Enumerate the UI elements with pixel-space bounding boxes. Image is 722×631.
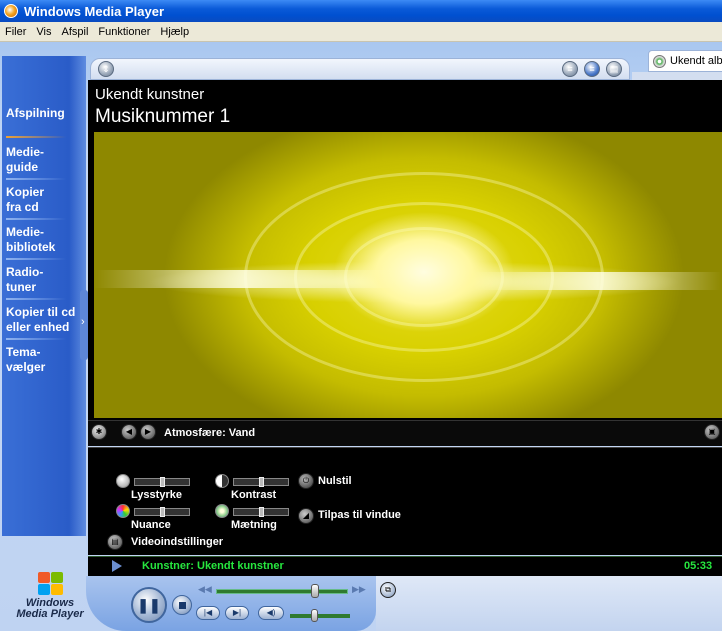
- elapsed-time: 05:33: [684, 560, 713, 572]
- contrast-label: Kontrast: [231, 489, 277, 501]
- track-title: Musiknummer 1: [95, 106, 231, 127]
- reset-icon[interactable]: ⏻: [298, 473, 314, 489]
- playlist-toggle-icon[interactable]: ▤: [606, 61, 622, 77]
- taskbar-item-temavaelger[interactable]: Tema- vælger: [6, 345, 80, 375]
- taskbar-item-medieguide[interactable]: Medie- guide: [6, 145, 80, 175]
- visualization-name: Atmosfære: Vand: [164, 427, 256, 439]
- select-visualization-icon[interactable]: ✱: [91, 424, 107, 440]
- taskbar-separator: [6, 136, 66, 138]
- next-button[interactable]: ▶|: [225, 606, 249, 620]
- taskbar-separator: [6, 258, 66, 260]
- taskbar-collapse-handle[interactable]: [80, 290, 88, 360]
- stop-button[interactable]: [172, 595, 192, 615]
- next-visualization-icon[interactable]: ▶: [140, 424, 156, 440]
- menu-bar: Filer Vis Afspil Funktioner Hjælp: [0, 22, 722, 42]
- media-player-icon: [4, 4, 18, 18]
- taskbar-separator: [6, 338, 66, 340]
- taskbar-separator: [6, 218, 66, 220]
- hide-menu-bar-button[interactable]: ⇕: [98, 61, 114, 77]
- taskbar-item-kopier-fra-cd[interactable]: Kopier fra cd: [6, 185, 80, 215]
- menu-filer[interactable]: Filer: [0, 26, 31, 38]
- pause-button[interactable]: ❚❚: [131, 587, 167, 623]
- taskbar-item-label: Medie-: [6, 225, 45, 239]
- status-play-icon: [112, 560, 122, 572]
- bottom-chrome-right: [376, 576, 722, 631]
- artist-name: Ukendt kunstner: [95, 86, 205, 103]
- reset-button[interactable]: Nulstil: [318, 475, 352, 487]
- cd-icon: [653, 54, 666, 68]
- hue-icon: [116, 504, 130, 518]
- taskbar-item-mediebibliotek[interactable]: Medie- bibliotek: [6, 225, 80, 255]
- taskbar-item-label: Kopier til cd: [6, 305, 76, 319]
- full-screen-icon[interactable]: ▣: [704, 424, 720, 440]
- taskbar-item-label: vælger: [6, 360, 46, 374]
- windows-media-player-logo: Windows Media Player: [14, 572, 84, 628]
- brightness-icon: [116, 474, 130, 488]
- taskbar-item-label: fra cd: [6, 200, 39, 214]
- visualization-display[interactable]: [94, 132, 722, 418]
- playlist-album-tab[interactable]: Ukendt alb: [648, 50, 722, 72]
- video-settings-icon[interactable]: ▤: [107, 534, 123, 550]
- taskbar-separator: [6, 178, 66, 180]
- fast-forward-icon[interactable]: ▶▶: [352, 584, 366, 595]
- window-title: Windows Media Player: [24, 3, 165, 19]
- transport-chrome: [86, 576, 376, 631]
- top-chrome-strip: [90, 58, 630, 80]
- hue-label: Nuance: [131, 519, 171, 531]
- volume-slider[interactable]: [290, 614, 350, 618]
- taskbar-item-label: Kopier: [6, 185, 45, 199]
- taskbar-item-label: Tema-: [6, 345, 41, 359]
- taskbar-item-radiotuner[interactable]: Radio- tuner: [6, 265, 80, 295]
- mute-button[interactable]: ◀): [258, 606, 284, 620]
- taskbar-item-label: Afspilning: [6, 106, 65, 120]
- status-text: Kunstner: Ukendt kunstner: [142, 560, 284, 572]
- hue-slider[interactable]: [134, 507, 190, 517]
- taskbar-item-afspilning[interactable]: Afspilning: [6, 106, 80, 121]
- taskbar-item-label: tuner: [6, 280, 36, 294]
- taskbar-item-label: Medie-: [6, 145, 45, 159]
- taskbar-item-kopier-til-cd[interactable]: Kopier til cd eller enhed: [6, 305, 80, 335]
- brightness-label: Lysstyrke: [131, 489, 182, 501]
- previous-visualization-icon[interactable]: ◀: [121, 424, 137, 440]
- taskbar-separator: [6, 298, 66, 300]
- rewind-icon[interactable]: ◀◀: [198, 584, 212, 595]
- saturation-slider[interactable]: [233, 507, 289, 517]
- previous-button[interactable]: |◀: [196, 606, 220, 620]
- brightness-slider[interactable]: [134, 477, 190, 487]
- logo-line-2: Media Player: [16, 608, 84, 620]
- taskbar-item-label: Radio-: [6, 265, 44, 279]
- contrast-icon: [215, 474, 229, 488]
- features-taskbar: [2, 56, 86, 536]
- menu-afspil[interactable]: Afspil: [56, 26, 93, 38]
- menu-funktioner[interactable]: Funktioner: [93, 26, 155, 38]
- fit-to-window-icon[interactable]: ◢: [298, 508, 314, 524]
- menu-vis[interactable]: Vis: [31, 26, 56, 38]
- enhancements-icon[interactable]: ≡: [584, 61, 600, 77]
- seek-handle[interactable]: [311, 584, 319, 598]
- contrast-slider[interactable]: [233, 477, 289, 487]
- taskbar-item-label: bibliotek: [6, 240, 56, 254]
- playlist-album-label: Ukendt alb: [670, 55, 722, 67]
- fit-to-window-button[interactable]: Tilpas til vindue: [318, 509, 401, 521]
- title-bar[interactable]: Windows Media Player: [0, 0, 722, 22]
- volume-handle[interactable]: [311, 609, 318, 622]
- saturation-label: Mætning: [231, 519, 277, 531]
- taskbar-item-label: eller enhed: [6, 320, 70, 334]
- seek-bar[interactable]: [216, 589, 348, 594]
- graphic-equalizer-icon[interactable]: ≡: [562, 61, 578, 77]
- video-settings-label[interactable]: Videoindstillinger: [131, 536, 223, 548]
- windows-flag-icon: [38, 572, 64, 596]
- menu-hjaelp[interactable]: Hjælp: [155, 26, 194, 38]
- compact-mode-icon[interactable]: ⧉: [380, 582, 396, 598]
- taskbar-item-label: guide: [6, 160, 38, 174]
- saturation-icon: [215, 504, 229, 518]
